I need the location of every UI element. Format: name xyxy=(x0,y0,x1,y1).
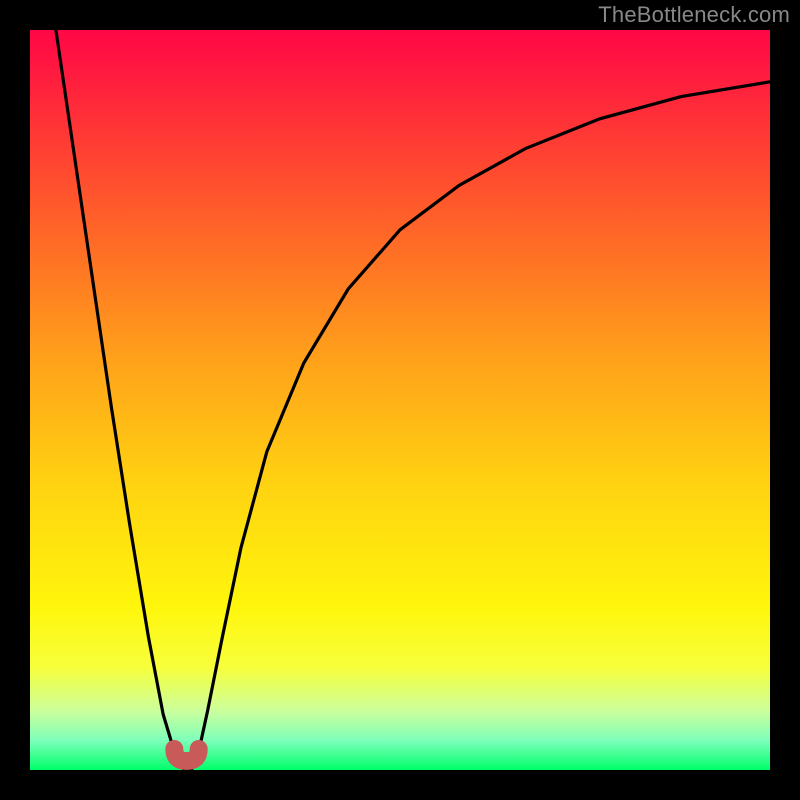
trough-marker xyxy=(174,749,198,761)
chart-frame: TheBottleneck.com xyxy=(0,0,800,800)
bottleneck-curve-path xyxy=(56,30,770,770)
bottleneck-curve-svg xyxy=(30,30,770,770)
watermark-text: TheBottleneck.com xyxy=(598,2,790,28)
plot-area xyxy=(30,30,770,770)
